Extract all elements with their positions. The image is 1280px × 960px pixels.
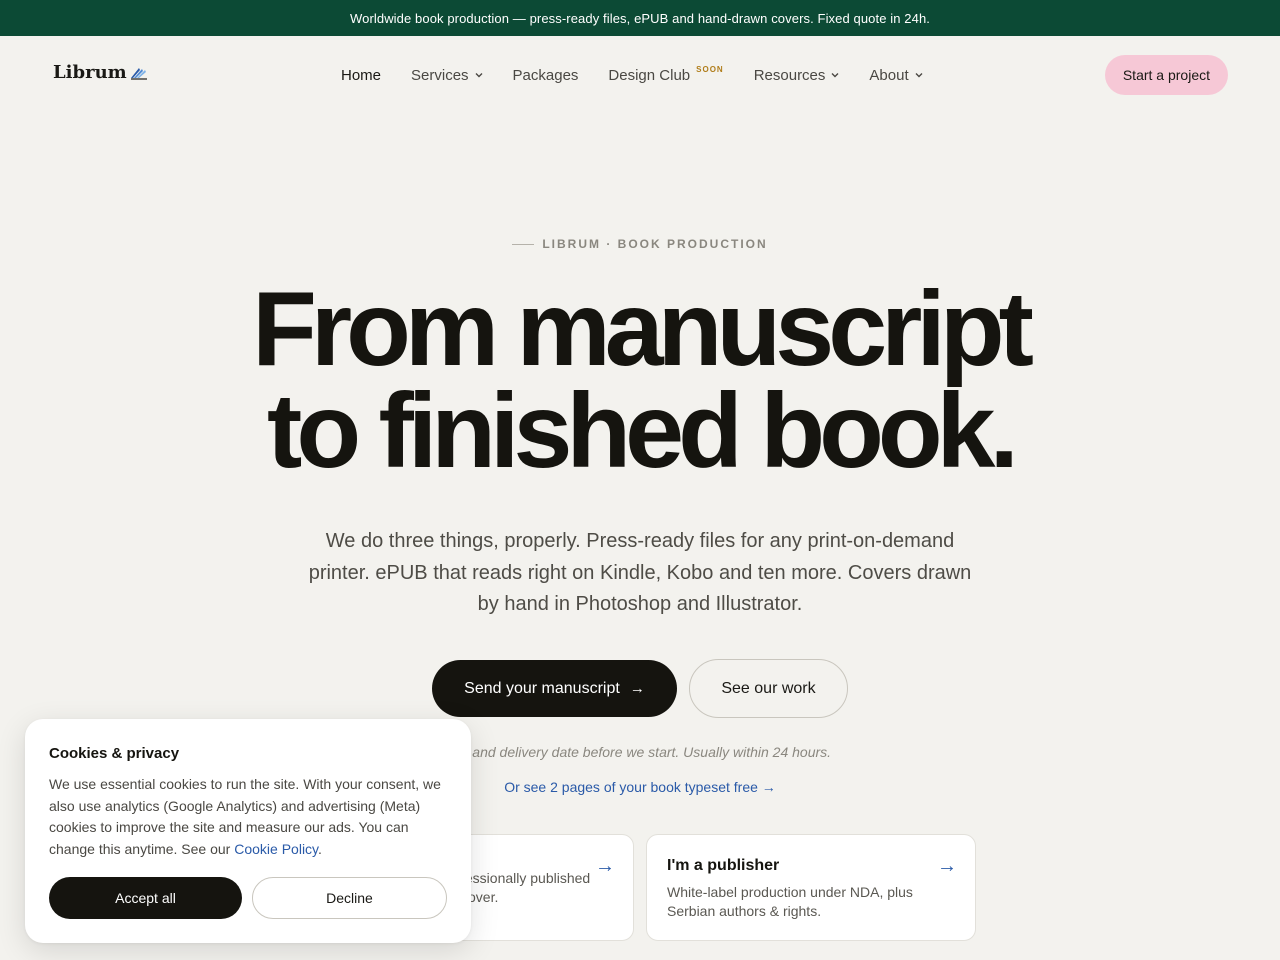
- book-wings-icon: [130, 67, 147, 80]
- hero-eyebrow: LIBRUM · BOOK PRODUCTION: [0, 237, 1280, 251]
- cookie-text: We use essential cookies to run the site…: [49, 774, 447, 861]
- brand-name: Librum: [53, 62, 127, 83]
- arrow-right-icon: →: [937, 855, 957, 877]
- nav-item-packages[interactable]: Packages: [513, 67, 579, 84]
- brand-logo[interactable]: Librum: [53, 62, 149, 83]
- nav-item-about[interactable]: About: [869, 66, 923, 84]
- chevron-down-icon: [915, 73, 923, 78]
- see-work-button[interactable]: See our work: [689, 659, 848, 718]
- nav-label: Packages: [512, 66, 579, 84]
- nav-item-home[interactable]: Home: [341, 67, 381, 84]
- main-menu: Home Services Packages Design Club SOON …: [341, 36, 953, 114]
- eyebrow-rule: [512, 243, 535, 245]
- nav-label: Services: [411, 66, 469, 84]
- nav-item-services[interactable]: Services: [411, 67, 483, 84]
- chevron-down-icon: [475, 73, 483, 78]
- hero-lede: We do three things, properly. Press-read…: [308, 530, 972, 615]
- card-text-line: Serbian authors & rights.: [667, 903, 822, 919]
- accept-all-button[interactable]: Accept all: [49, 877, 242, 919]
- card-text: White-label production under NDA, plus S…: [667, 883, 955, 921]
- card-text-line: fessionally published: [461, 870, 591, 886]
- cookie-text-end: .: [318, 841, 322, 858]
- announcement-bar: Worldwide book production — press-ready …: [0, 0, 1280, 36]
- announcement-text: Worldwide book production — press-ready …: [349, 10, 930, 26]
- send-manuscript-label: Send your manuscript: [464, 679, 620, 697]
- chevron-down-icon: [831, 73, 839, 78]
- card-text-line: White-label production under NDA, plus: [667, 884, 913, 900]
- headline-line-1: From manuscript: [252, 270, 1034, 388]
- cookie-banner: Cookies & privacy We use essential cooki…: [25, 719, 471, 943]
- eyebrow-text: LIBRUM · BOOK PRODUCTION: [542, 237, 768, 251]
- nav-label: Design Club: [608, 66, 691, 84]
- nav-label: Resources: [753, 66, 826, 84]
- cookie-actions: Accept all Decline: [49, 877, 447, 919]
- arrow-right-icon: →: [629, 680, 645, 697]
- nav-item-resources[interactable]: Resources: [754, 67, 840, 84]
- cookie-title: Cookies & privacy: [49, 745, 180, 762]
- send-manuscript-button[interactable]: Send your manuscript →: [432, 660, 677, 717]
- audience-card-publisher[interactable]: I'm a publisher White-label production u…: [646, 834, 976, 941]
- nav-label: Home: [341, 66, 382, 84]
- arrow-right-icon: →: [595, 855, 615, 877]
- top-nav: Librum Home Services Packages Design Clu…: [0, 36, 1280, 114]
- start-project-button[interactable]: Start a project: [1104, 55, 1228, 95]
- hero-headline: From manuscript to finished book.: [0, 276, 1280, 484]
- headline-line-2: to finished book.: [267, 372, 1019, 490]
- soon-badge: SOON: [696, 64, 724, 74]
- nav-label: About: [869, 66, 909, 84]
- nav-item-design-club[interactable]: Design Club SOON: [608, 64, 724, 84]
- cookie-policy-link[interactable]: Cookie Policy: [234, 841, 318, 857]
- card-title: I'm a publisher: [667, 857, 780, 874]
- decline-button[interactable]: Decline: [252, 877, 447, 919]
